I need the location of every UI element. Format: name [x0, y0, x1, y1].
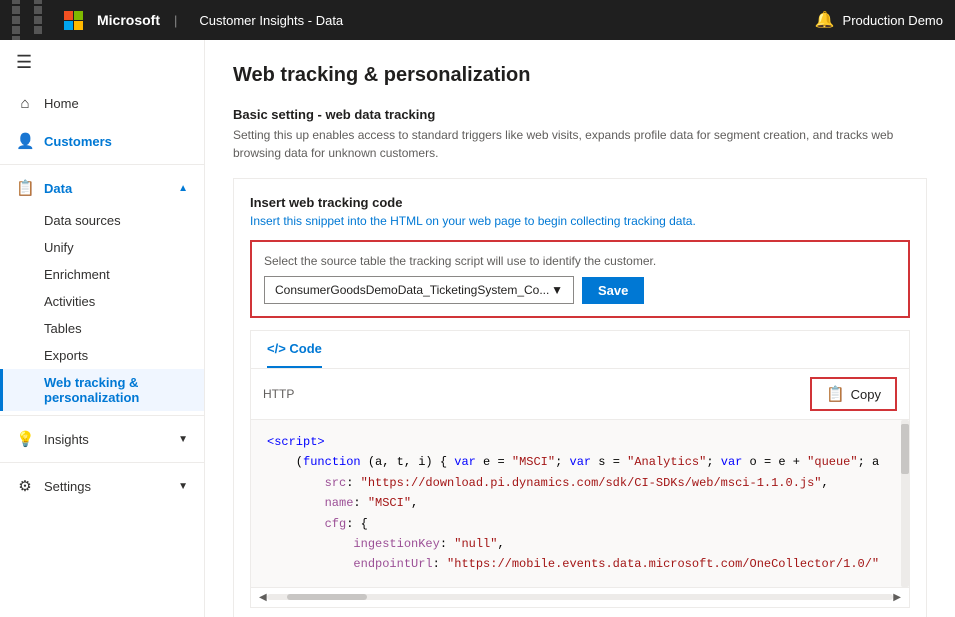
sidebar-data-label: Data	[44, 181, 72, 196]
basic-section-desc: Setting this up enables access to standa…	[233, 126, 927, 162]
sidebar-item-tables[interactable]: Tables	[0, 315, 204, 342]
sidebar-item-web-tracking[interactable]: Web tracking & personalization	[0, 369, 204, 411]
sidebar-item-insights[interactable]: 💡 Insights ▼	[0, 420, 204, 458]
brand-label: Microsoft	[97, 12, 160, 28]
bell-icon[interactable]: 🔔	[815, 10, 835, 30]
scroll-thumb	[287, 594, 367, 600]
sidebar-item-activities[interactable]: Activities	[0, 288, 204, 315]
sidebar-item-exports[interactable]: Exports	[0, 342, 204, 369]
chevron-insights-icon: ▼	[178, 434, 188, 445]
customers-icon: 👤	[16, 132, 34, 150]
sidebar-settings-label: Settings	[44, 479, 91, 494]
app-title: Customer Insights - Data	[199, 13, 343, 28]
app-grid-icon[interactable]	[12, 0, 54, 44]
tracking-box-desc: Insert this snippet into the HTML on you…	[250, 214, 910, 228]
code-header: </> Code	[251, 331, 909, 369]
hamburger-button[interactable]: ☰	[0, 40, 204, 85]
chevron-down-icon: ▲	[178, 183, 188, 194]
code-line: (function (a, t, i) { var e = "MSCI"; va…	[267, 452, 893, 472]
dropdown-chevron-icon: ▼	[551, 283, 563, 297]
env-label: Production Demo	[843, 13, 943, 28]
topbar-right: 🔔 Production Demo	[815, 10, 943, 30]
chevron-settings-icon: ▼	[178, 481, 188, 492]
tracking-box-title: Insert web tracking code	[250, 195, 910, 210]
save-button[interactable]: Save	[582, 277, 644, 304]
tracking-code-box: Insert web tracking code Insert this sni…	[233, 178, 927, 617]
scroll-right-arrow-icon[interactable]: ▶	[893, 592, 901, 603]
settings-icon: ⚙	[16, 477, 34, 495]
tab-code[interactable]: </> Code	[267, 331, 322, 368]
scroll-track	[267, 594, 894, 600]
code-section: </> Code HTTP 📋 Copy <script> (function …	[250, 330, 910, 608]
copy-label: Copy	[851, 387, 881, 402]
sidebar-item-settings[interactable]: ⚙ Settings ▼	[0, 467, 204, 505]
code-line: name: "MSCI",	[267, 493, 893, 513]
sidebar-insights-label: Insights	[44, 432, 89, 447]
select-label: Select the source table the tracking scr…	[264, 254, 896, 268]
code-line: src: "https://download.pi.dynamics.com/s…	[267, 473, 893, 493]
source-select-box: Select the source table the tracking scr…	[250, 240, 910, 318]
topbar: Microsoft | Customer Insights - Data 🔔 P…	[0, 0, 955, 40]
code-body-wrapper: <script> (function (a, t, i) { var e = "…	[251, 420, 909, 587]
sidebar-item-home[interactable]: ⌂ Home	[0, 85, 204, 122]
home-icon: ⌂	[16, 95, 34, 112]
main-content: Web tracking & personalization Basic set…	[205, 40, 955, 617]
code-line: cfg: {	[267, 514, 893, 534]
data-icon: 📋	[16, 179, 34, 197]
http-label: HTTP	[263, 387, 294, 401]
ms-logo	[64, 11, 83, 30]
scrollbar-thumb	[901, 424, 909, 474]
select-row: ConsumerGoodsDemoData_TicketingSystem_Co…	[264, 276, 896, 304]
code-line: <script>	[267, 432, 893, 452]
basic-section-label: Basic setting - web data tracking	[233, 107, 927, 122]
insights-icon: 💡	[16, 430, 34, 448]
page-title: Web tracking & personalization	[233, 64, 927, 87]
horizontal-scrollbar: ◀ ▶	[251, 587, 909, 607]
sidebar-item-data-sources[interactable]: Data sources	[0, 207, 204, 234]
sidebar-customers-label: Customers	[44, 134, 112, 149]
code-line: endpointUrl: "https://mobile.events.data…	[267, 554, 893, 574]
scroll-left-arrow-icon[interactable]: ◀	[259, 592, 267, 603]
sidebar-item-unify[interactable]: Unify	[0, 234, 204, 261]
code-line: ingestionKey: "null",	[267, 534, 893, 554]
code-body[interactable]: <script> (function (a, t, i) { var e = "…	[251, 420, 909, 587]
sidebar: ☰ ⌂ Home 👤 Customers 📋 Data ▲ Data sourc…	[0, 40, 205, 617]
source-table-dropdown[interactable]: ConsumerGoodsDemoData_TicketingSystem_Co…	[264, 276, 574, 304]
sidebar-item-enrichment[interactable]: Enrichment	[0, 261, 204, 288]
copy-button[interactable]: 📋 Copy	[810, 377, 897, 411]
copy-icon: 📋	[826, 385, 845, 403]
sidebar-home-label: Home	[44, 96, 79, 111]
dropdown-value: ConsumerGoodsDemoData_TicketingSystem_Co…	[275, 283, 549, 297]
sidebar-item-customers[interactable]: 👤 Customers	[0, 122, 204, 160]
sidebar-item-data[interactable]: 📋 Data ▲	[0, 169, 204, 207]
vertical-scrollbar[interactable]	[901, 420, 909, 587]
